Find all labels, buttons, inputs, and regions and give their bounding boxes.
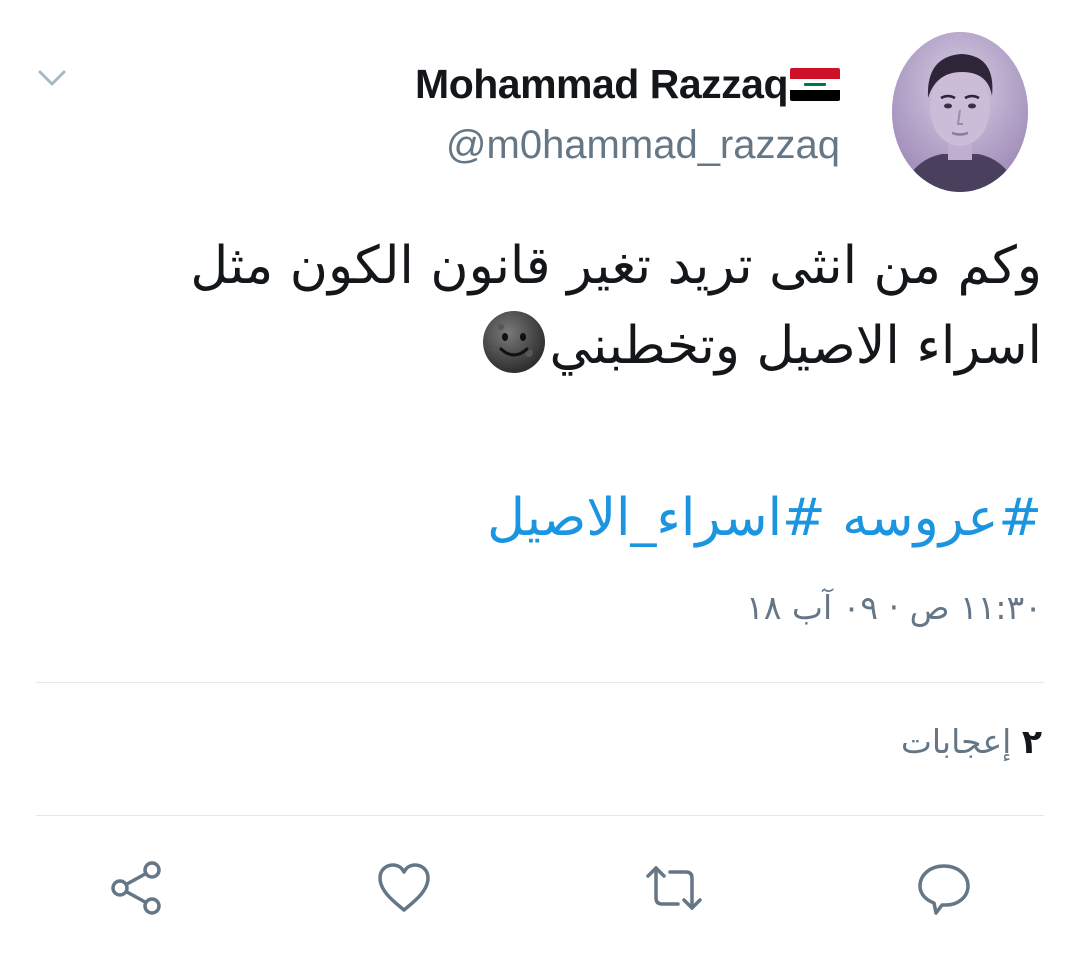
share-icon xyxy=(111,861,161,915)
avatar-photo xyxy=(892,32,1028,192)
chevron-down-icon xyxy=(38,70,66,86)
moon-face-icon xyxy=(483,311,546,373)
author-names: Mohammad Razzaq @m0hammad_razzaq xyxy=(415,57,840,168)
hashtag-link[interactable]: #عروسه xyxy=(842,488,1042,548)
reply-button[interactable] xyxy=(908,852,980,924)
retweet-icon xyxy=(646,866,702,910)
tweet-header: Mohammad Razzaq @m0hammad_razzaq xyxy=(415,32,1028,192)
tweet-text-line-1: وكم من انثى تريد تغير قانون الكون مثل xyxy=(190,236,1042,296)
tweet-actions xyxy=(0,852,1080,924)
likes-count[interactable]: ٢ إعجابات xyxy=(901,722,1042,761)
likes-label: إعجابات xyxy=(900,722,1012,761)
divider xyxy=(36,815,1044,816)
iraq-flag-icon xyxy=(790,68,840,101)
tweet-text-line-2: اسراء الاصيل وتخطبني xyxy=(82,306,1042,386)
tweet-timestamp[interactable]: ١١:٣٠ ص · ٠٩ آب ١٨ xyxy=(746,588,1042,627)
divider xyxy=(36,682,1044,683)
tweet-text-line-2-text: اسراء الاصيل وتخطبني xyxy=(549,316,1042,376)
reply-bubble-icon xyxy=(918,864,970,915)
author-handle[interactable]: @m0hammad_razzaq xyxy=(446,123,840,168)
share-button[interactable] xyxy=(100,852,172,924)
likes-number: ٢ xyxy=(1021,722,1042,761)
tweet-menu-button[interactable] xyxy=(34,60,70,96)
author-display-name[interactable]: Mohammad Razzaq xyxy=(415,61,788,108)
tweet-hashtags: #عروسه #اسراء_الاصيل xyxy=(487,478,1042,558)
hashtag-link[interactable]: #اسراء_الاصيل xyxy=(487,488,826,548)
display-name-row: Mohammad Razzaq xyxy=(415,57,840,113)
tweet-text: وكم من انثى تريد تغير قانون الكون مثل اس… xyxy=(82,226,1042,386)
retweet-button[interactable] xyxy=(638,852,710,924)
heart-icon xyxy=(378,863,430,912)
avatar[interactable] xyxy=(892,32,1028,192)
like-button[interactable] xyxy=(368,852,440,924)
